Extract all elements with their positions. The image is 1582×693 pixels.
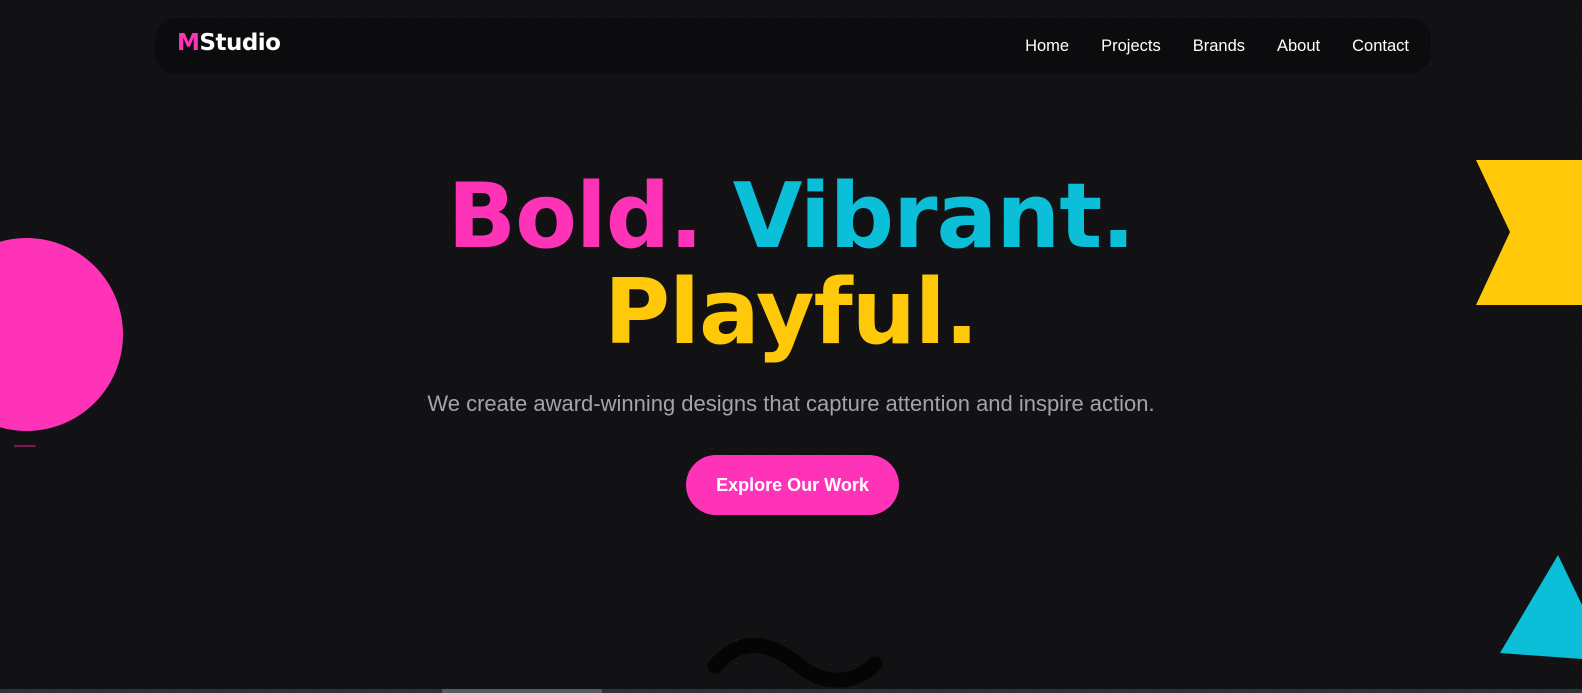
brand-logo[interactable]: MStudio — [177, 30, 281, 56]
hero-headline-line-2: Playful. — [0, 268, 1582, 358]
logo-accent-letter: M — [177, 30, 200, 56]
hero-headline-line-1: Bold. Vibrant. — [0, 172, 1582, 262]
hero-page: MStudio Home Projects Brands About Conta… — [0, 0, 1582, 693]
pink-dash-shape — [14, 445, 36, 447]
explore-work-button[interactable]: Explore Our Work — [686, 455, 899, 515]
cyan-triangle-shape — [1500, 555, 1582, 659]
nav-link-brands[interactable]: Brands — [1193, 37, 1245, 56]
scrollbar-thumb[interactable] — [442, 689, 602, 693]
squiggle-shape — [707, 637, 883, 688]
headline-word-playful: Playful. — [604, 260, 979, 365]
headline-word-vibrant: Vibrant. — [732, 164, 1136, 269]
headline-word-bold: Bold. — [447, 164, 704, 269]
nav-link-projects[interactable]: Projects — [1101, 37, 1161, 56]
nav-link-contact[interactable]: Contact — [1352, 37, 1409, 56]
logo-wordmark: Studio — [199, 30, 281, 56]
horizontal-scrollbar[interactable] — [0, 689, 1582, 693]
nav-link-home[interactable]: Home — [1025, 37, 1069, 56]
hero-subtitle: We create award-winning designs that cap… — [427, 391, 1155, 416]
nav-link-about[interactable]: About — [1277, 37, 1320, 56]
top-navbar: MStudio Home Projects Brands About Conta… — [155, 18, 1431, 74]
nav-links: Home Projects Brands About Contact — [1025, 18, 1409, 74]
